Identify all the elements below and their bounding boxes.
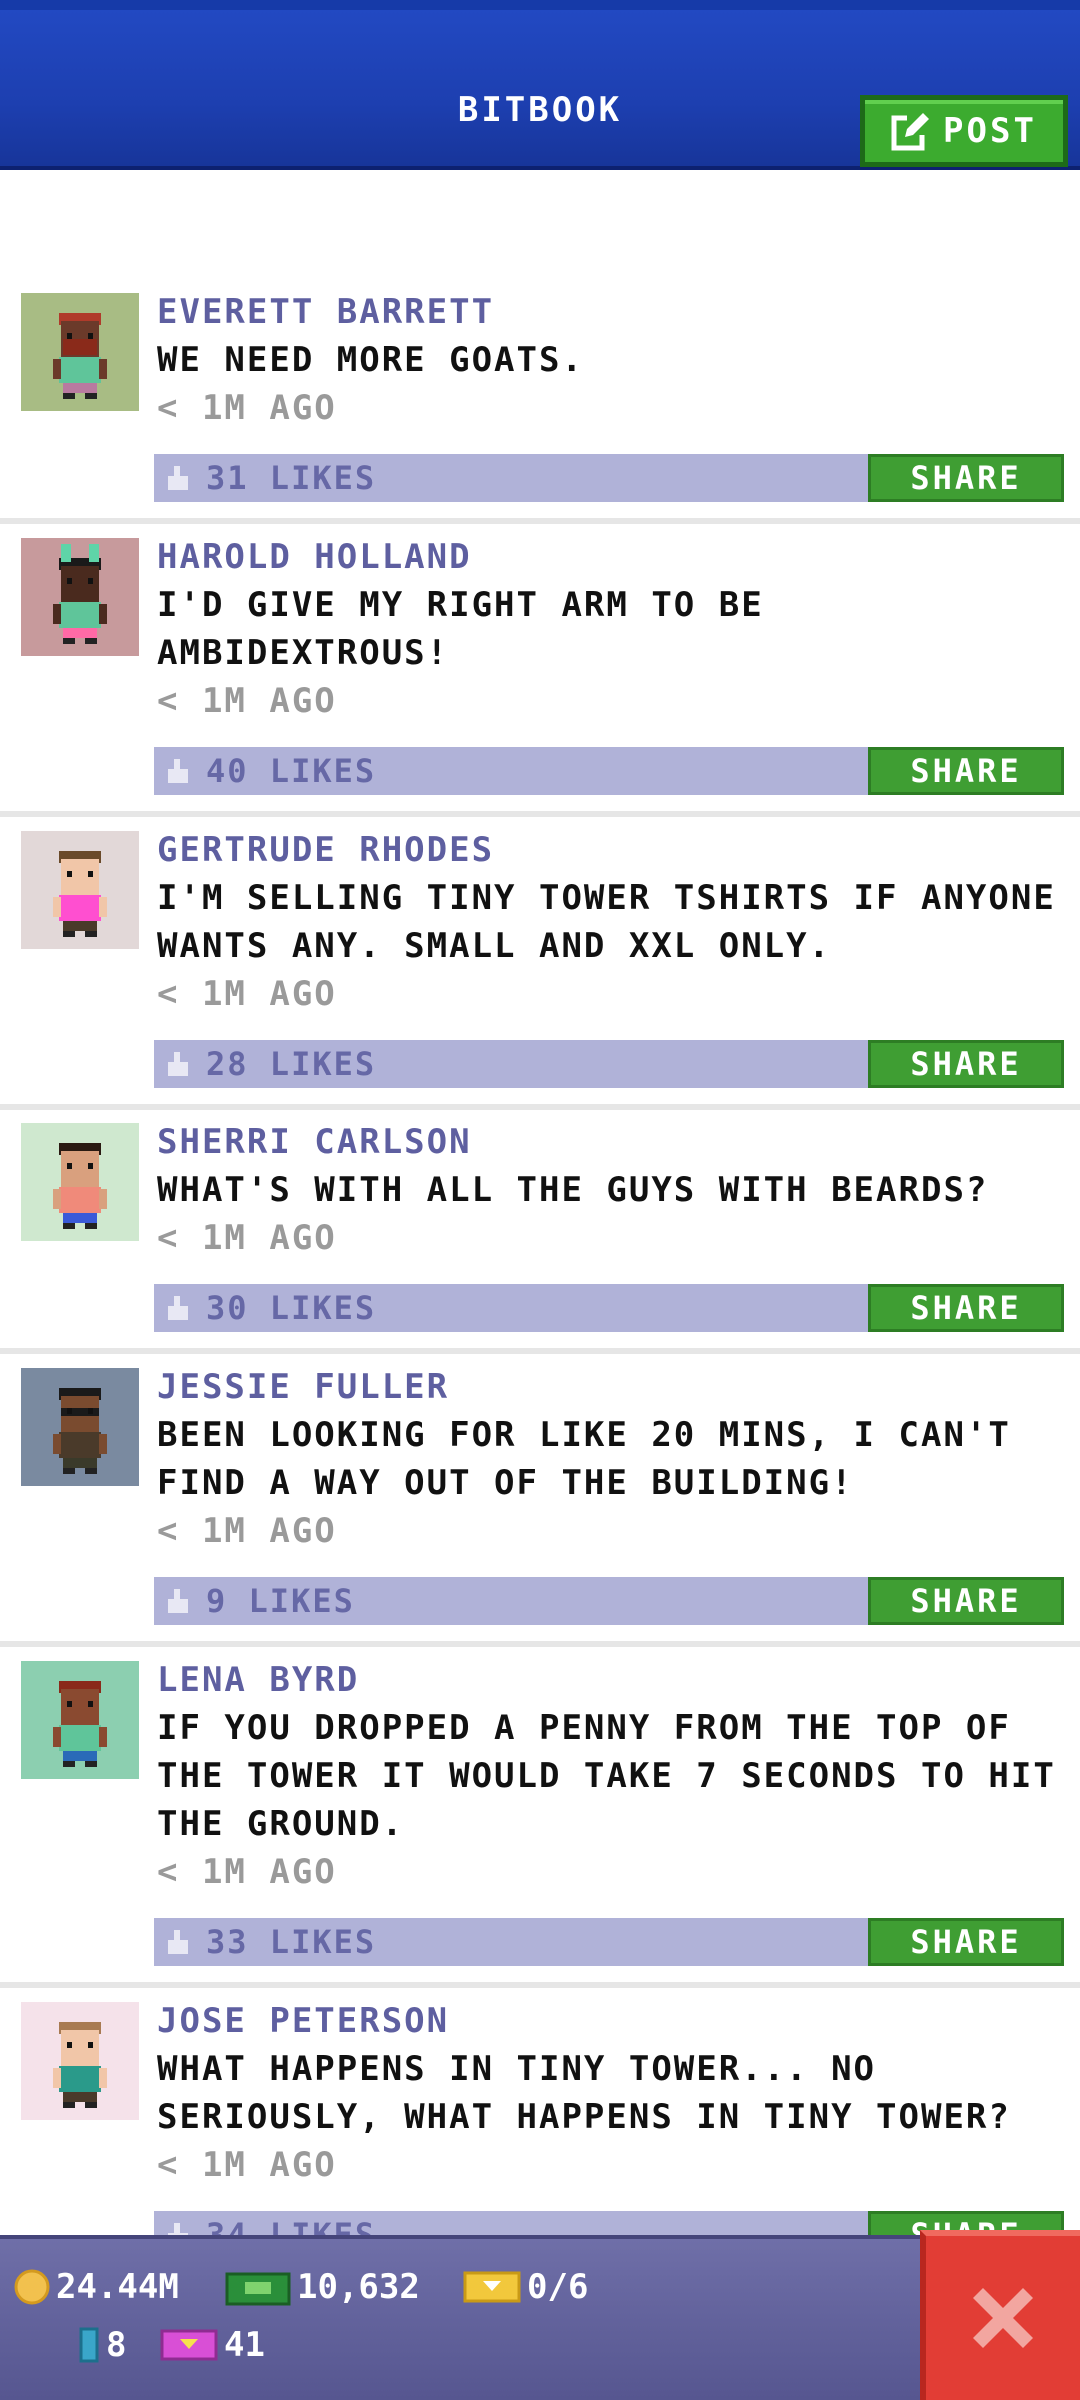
post-timestamp: < 1M AGO	[157, 1511, 337, 1551]
likes-count: 28 LIKES	[206, 1045, 377, 1083]
thumbs-up-icon[interactable]	[164, 1294, 190, 1322]
avatar[interactable]	[21, 831, 139, 949]
share-button-label: SHARE	[910, 752, 1022, 790]
keys-value: 8	[106, 2325, 127, 2365]
post-message: I'M SELLING TINY TOWER TSHIRTS IF ANYONE…	[157, 878, 1056, 966]
bux-icon	[225, 2272, 291, 2306]
feed-post: SHERRI CARLSON WHAT'S WITH ALL THE GUYS …	[0, 1100, 1080, 1354]
post-timestamp: < 1M AGO	[157, 974, 337, 1014]
share-button-label: SHARE	[910, 459, 1022, 497]
post-timestamp: < 1M AGO	[157, 1852, 337, 1892]
status-bar: 24.44M 10,632 0/6 8 41	[0, 2235, 1080, 2400]
likes-bar: 33 LIKES SHARE	[154, 1918, 1064, 1966]
likes-count: 33 LIKES	[206, 1923, 377, 1961]
likes-bar: 9 LIKES SHARE	[154, 1577, 1064, 1625]
close-icon	[973, 2288, 1033, 2348]
likes-count: 30 LIKES	[206, 1289, 377, 1327]
likes-count: 31 LIKES	[206, 459, 377, 497]
share-button[interactable]: SHARE	[868, 1284, 1064, 1332]
thumbs-up-icon[interactable]	[164, 464, 190, 492]
share-button-label: SHARE	[910, 1289, 1022, 1327]
thumbs-up-icon[interactable]	[164, 2221, 190, 2235]
post-author[interactable]: SHERRI CARLSON	[157, 1118, 472, 1166]
post-author[interactable]: GERTRUDE RHODES	[157, 826, 494, 874]
post-author[interactable]: EVERETT BARRETT	[157, 288, 494, 336]
coins-value: 24.44M	[56, 2267, 179, 2307]
coins-stat: 24.44M	[14, 2267, 179, 2307]
key-icon	[79, 2327, 99, 2363]
avatar-sprite	[21, 538, 139, 656]
avatar-sprite	[21, 293, 139, 411]
tickets-stat: 0/6	[463, 2267, 588, 2307]
likes-bar: 28 LIKES SHARE	[154, 1040, 1064, 1088]
feed-post: JOSE PETERSON WHAT HAPPENS IN TINY TOWER…	[0, 1979, 1080, 2235]
avatar-sprite	[21, 1123, 139, 1241]
avatar[interactable]	[21, 538, 139, 656]
feed-post: JESSIE FULLER BEEN LOOKING FOR LIKE 20 M…	[0, 1345, 1080, 1647]
avatar[interactable]	[21, 1123, 139, 1241]
share-button[interactable]: SHARE	[868, 1577, 1064, 1625]
post-timestamp: < 1M AGO	[157, 2145, 337, 2185]
post-message: I'D GIVE MY RIGHT ARM TO BE AMBIDEXTROUS…	[157, 585, 764, 673]
share-button[interactable]: SHARE	[868, 454, 1064, 502]
gift-icon	[160, 2329, 218, 2361]
tickets-value: 0/6	[527, 2267, 589, 2307]
likes-bar: 31 LIKES SHARE	[154, 454, 1064, 502]
share-button-label: SHARE	[910, 1045, 1022, 1083]
thumbs-up-icon[interactable]	[164, 1050, 190, 1078]
share-button[interactable]: SHARE	[868, 747, 1064, 795]
avatar-sprite	[21, 1661, 139, 1779]
post-button[interactable]: POST	[860, 95, 1068, 167]
keys-stat: 8	[78, 2325, 126, 2365]
feed-post: LENA BYRD IF YOU DROPPED A PENNY FROM TH…	[0, 1638, 1080, 1988]
avatar-sprite	[21, 2002, 139, 2120]
share-button[interactable]: SHARE	[868, 1040, 1064, 1088]
likes-count: 40 LIKES	[206, 752, 377, 790]
avatar[interactable]	[21, 1661, 139, 1779]
post-message: WHAT'S WITH ALL THE GUYS WITH BEARDS?	[157, 1170, 989, 1210]
post-author[interactable]: HAROLD HOLLAND	[157, 533, 472, 581]
thumbs-up-icon[interactable]	[164, 1928, 190, 1956]
share-button[interactable]: SHARE	[868, 1918, 1064, 1966]
post-author[interactable]: LENA BYRD	[157, 1656, 359, 1704]
app-header: BITBOOK POST	[0, 0, 1080, 170]
post-timestamp: < 1M AGO	[157, 1218, 337, 1258]
feed-list[interactable]: EVERETT BARRETT WE NEED MORE GOATS. < 1M…	[0, 170, 1080, 2235]
post-message: WHAT HAPPENS IN TINY TOWER... NO SERIOUS…	[157, 2049, 1011, 2137]
gift-value: 41	[224, 2325, 265, 2365]
feed-post: EVERETT BARRETT WE NEED MORE GOATS. < 1M…	[0, 270, 1080, 524]
bux-value: 10,632	[297, 2267, 420, 2307]
bux-stat: 10,632	[225, 2267, 420, 2307]
ticket-icon	[463, 2271, 521, 2303]
likes-bar: 30 LIKES SHARE	[154, 1284, 1064, 1332]
post-author[interactable]: JOSE PETERSON	[157, 1997, 449, 2045]
post-message: WE NEED MORE GOATS.	[157, 340, 584, 380]
post-message: BEEN LOOKING FOR LIKE 20 MINS, I CAN'T F…	[157, 1415, 1011, 1503]
post-message: IF YOU DROPPED A PENNY FROM THE TOP OF T…	[157, 1708, 1056, 1844]
close-button[interactable]	[920, 2230, 1080, 2400]
edit-icon	[891, 113, 932, 151]
feed-post: HAROLD HOLLAND I'D GIVE MY RIGHT ARM TO …	[0, 515, 1080, 817]
share-button-label: SHARE	[910, 1582, 1022, 1620]
avatar[interactable]	[21, 1368, 139, 1486]
avatar[interactable]	[21, 2002, 139, 2120]
gift-stat: 41	[160, 2325, 265, 2365]
likes-count: 9 LIKES	[206, 1582, 355, 1620]
share-button-label: SHARE	[910, 1923, 1022, 1961]
thumbs-up-icon[interactable]	[164, 757, 190, 785]
post-timestamp: < 1M AGO	[157, 681, 337, 721]
avatar[interactable]	[21, 293, 139, 411]
coin-icon	[14, 2269, 50, 2305]
feed-post: GERTRUDE RHODES I'M SELLING TINY TOWER T…	[0, 808, 1080, 1110]
likes-bar: 40 LIKES SHARE	[154, 747, 1064, 795]
post-button-label: POST	[943, 111, 1037, 151]
likes-count: 34 LIKES	[206, 2216, 377, 2235]
thumbs-up-icon[interactable]	[164, 1587, 190, 1615]
post-timestamp: < 1M AGO	[157, 388, 337, 428]
avatar-sprite	[21, 1368, 139, 1486]
post-author[interactable]: JESSIE FULLER	[157, 1363, 449, 1411]
avatar-sprite	[21, 831, 139, 949]
